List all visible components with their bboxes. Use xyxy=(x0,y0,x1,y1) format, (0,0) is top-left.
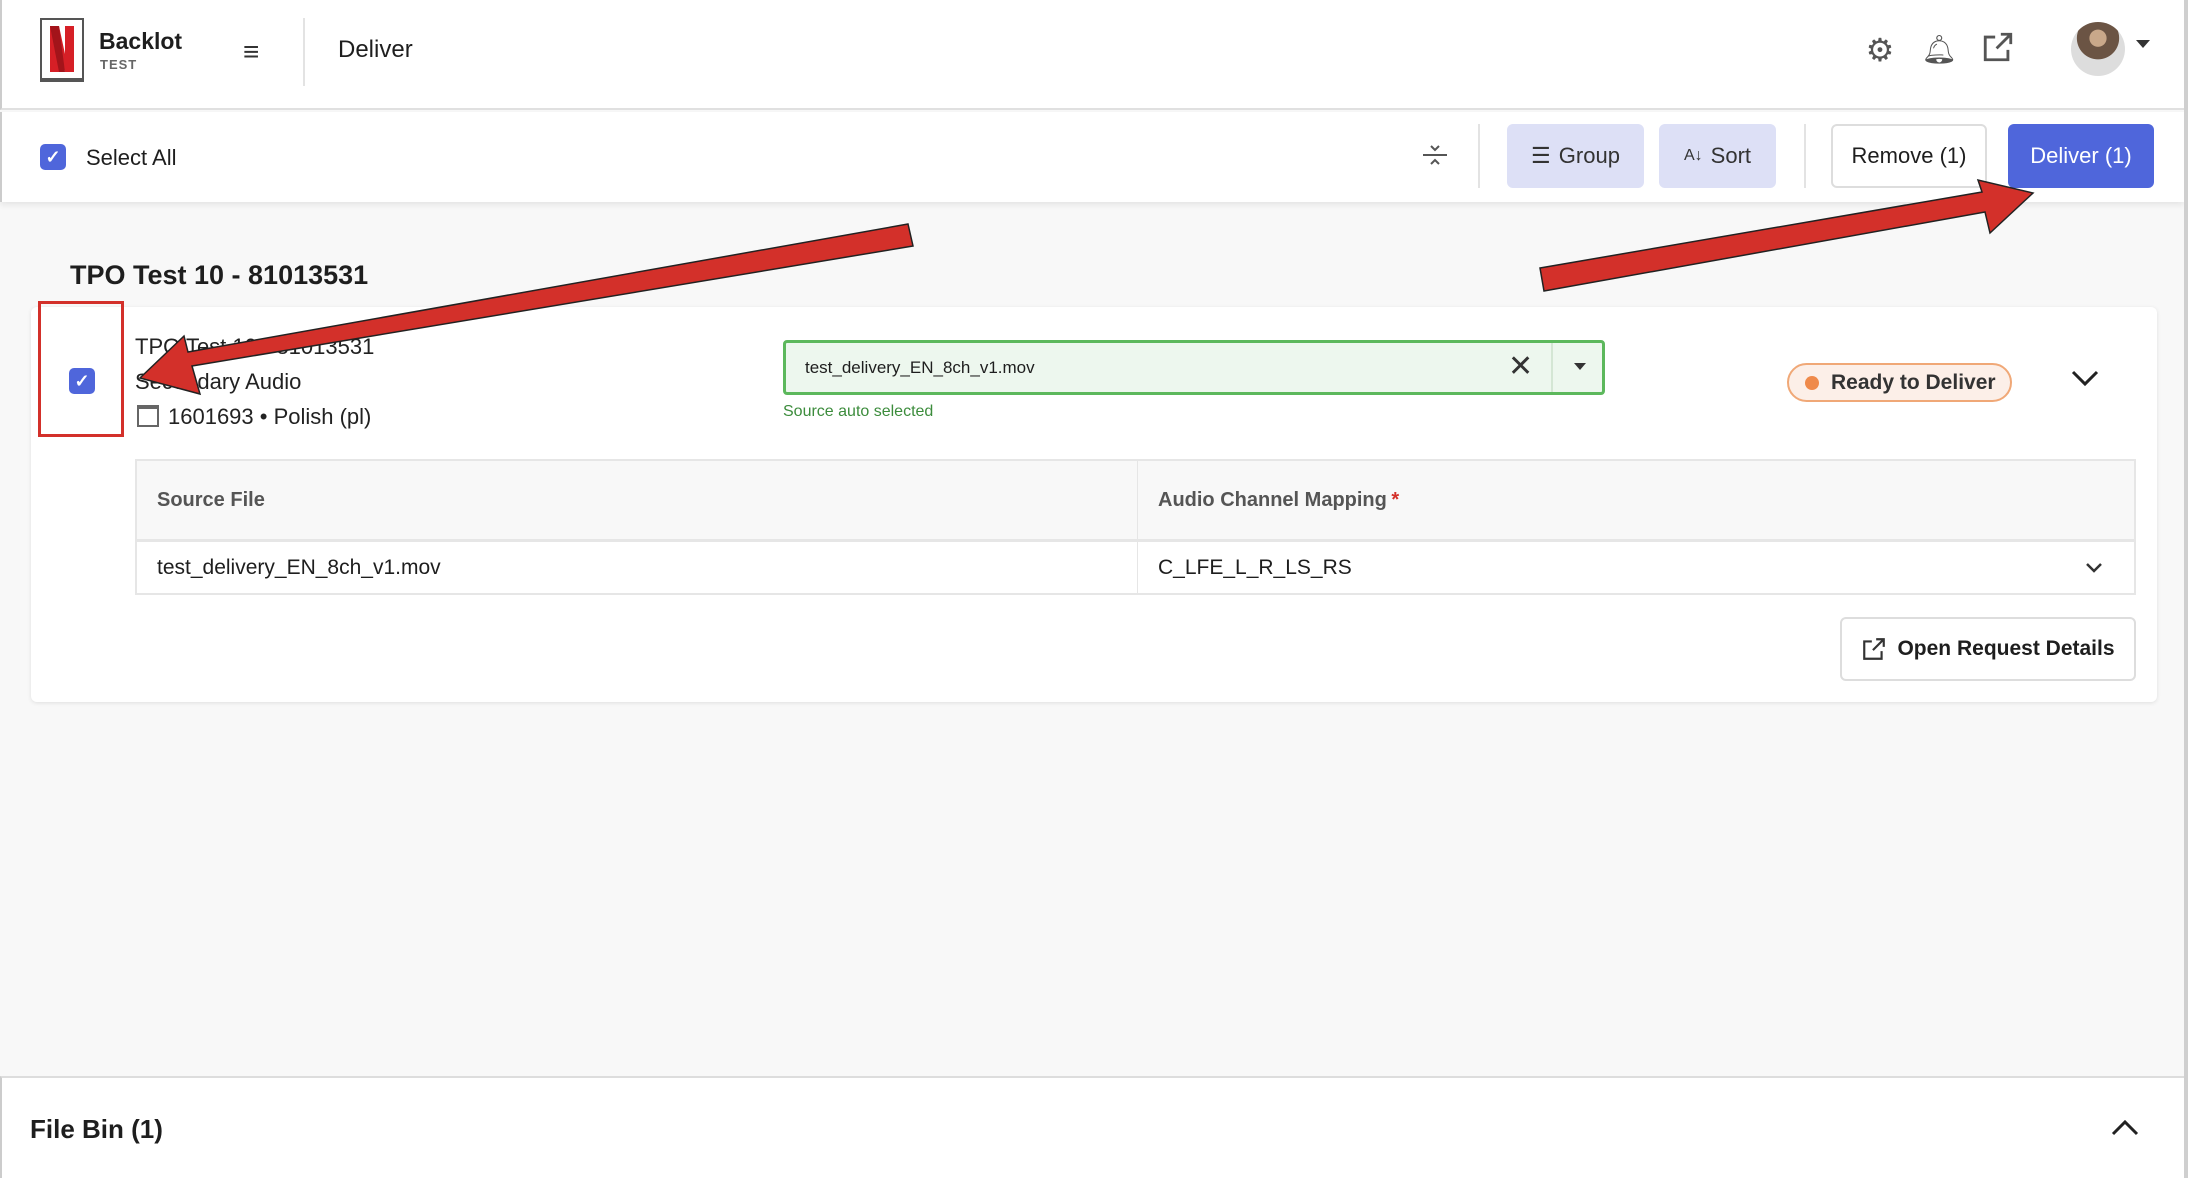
item-type: Secondary Audio xyxy=(135,369,302,394)
item-meta: 1601693 • Polish (pl) xyxy=(168,404,372,429)
item-title: TPO Test 10 - 81013531 xyxy=(135,334,375,359)
netflix-logo[interactable] xyxy=(40,18,84,82)
required-mark: * xyxy=(1391,488,1400,511)
sort-label: Sort xyxy=(1710,143,1752,168)
divider xyxy=(1804,124,1806,188)
open-request-details-label: Open Request Details xyxy=(1897,637,2115,660)
caret-down-icon[interactable] xyxy=(2136,40,2150,48)
header-audio-mapping: Audio Channel Mapping xyxy=(1158,488,1387,511)
group-title: TPO Test 10 - 81013531 xyxy=(70,260,369,290)
open-request-details-button[interactable]: Open Request Details xyxy=(1840,617,2136,681)
annotation-highlight-box xyxy=(38,301,124,437)
app-header xyxy=(0,0,2184,110)
status-dot-icon xyxy=(1805,375,1819,390)
mapping-table: Source File Audio Channel Mapping * test… xyxy=(135,459,2136,595)
remove-button[interactable]: Remove (1) xyxy=(1831,124,1987,188)
external-link-icon xyxy=(1863,638,1886,660)
divider xyxy=(303,18,305,86)
deliver-button[interactable]: Deliver (1) xyxy=(2008,124,2154,188)
page-title: Deliver xyxy=(338,36,413,63)
cell-audio-mapping: C_LFE_L_R_LS_RS xyxy=(1158,555,1352,579)
hamburger-menu-icon[interactable]: ≡ xyxy=(243,36,259,68)
divider xyxy=(1551,343,1553,392)
chevron-down-icon[interactable] xyxy=(2070,368,2100,393)
gear-icon[interactable]: ⚙ xyxy=(1860,30,1900,70)
source-file-select[interactable]: test_delivery_EN_8ch_v1.mov ✕ xyxy=(783,340,1605,395)
chevron-up-icon[interactable] xyxy=(2110,1118,2140,1143)
user-avatar[interactable] xyxy=(2071,22,2125,76)
source-helper-text: Source auto selected xyxy=(783,403,934,420)
archive-icon xyxy=(137,405,159,427)
chevron-down-icon xyxy=(2086,562,2102,573)
window-edge xyxy=(2184,0,2188,1178)
header-source-file: Source File xyxy=(157,488,265,511)
table-row: test_delivery_EN_8ch_v1.mov C_LFE_L_R_LS… xyxy=(137,542,2134,593)
audio-mapping-select[interactable]: C_LFE_L_R_LS_RS xyxy=(1138,542,2134,593)
select-all-label[interactable]: Select All xyxy=(86,145,177,171)
group-label: Group xyxy=(1558,143,1620,168)
clear-icon[interactable]: ✕ xyxy=(1508,349,1533,384)
bell-icon[interactable]: 🔔︎ xyxy=(1919,30,1959,70)
status-label: Ready to Deliver xyxy=(1831,370,1996,394)
sort-az-icon: A↓ xyxy=(1683,147,1703,164)
dropdown-caret-icon[interactable] xyxy=(1574,363,1586,370)
collapse-all-icon[interactable] xyxy=(1420,140,1450,170)
sort-button[interactable]: A↓ Sort xyxy=(1659,124,1776,188)
file-bin-title[interactable]: File Bin (1) xyxy=(30,1114,163,1145)
file-bin-panel xyxy=(0,1076,2184,1178)
cell-source-file: test_delivery_EN_8ch_v1.mov xyxy=(157,555,441,579)
source-file-value: test_delivery_EN_8ch_v1.mov xyxy=(805,358,1035,377)
group-button[interactable]: ☰ Group xyxy=(1507,124,1644,188)
brand-env: TEST xyxy=(100,57,138,72)
brand-name: Backlot xyxy=(99,28,183,54)
select-all-checkbox[interactable]: ✓ xyxy=(40,144,66,170)
status-badge: Ready to Deliver xyxy=(1787,363,2012,402)
external-link-icon[interactable] xyxy=(1978,30,2018,70)
divider xyxy=(1478,124,1480,188)
list-icon: ☰ xyxy=(1531,143,1551,168)
table-header: Source File Audio Channel Mapping * xyxy=(137,461,2134,542)
